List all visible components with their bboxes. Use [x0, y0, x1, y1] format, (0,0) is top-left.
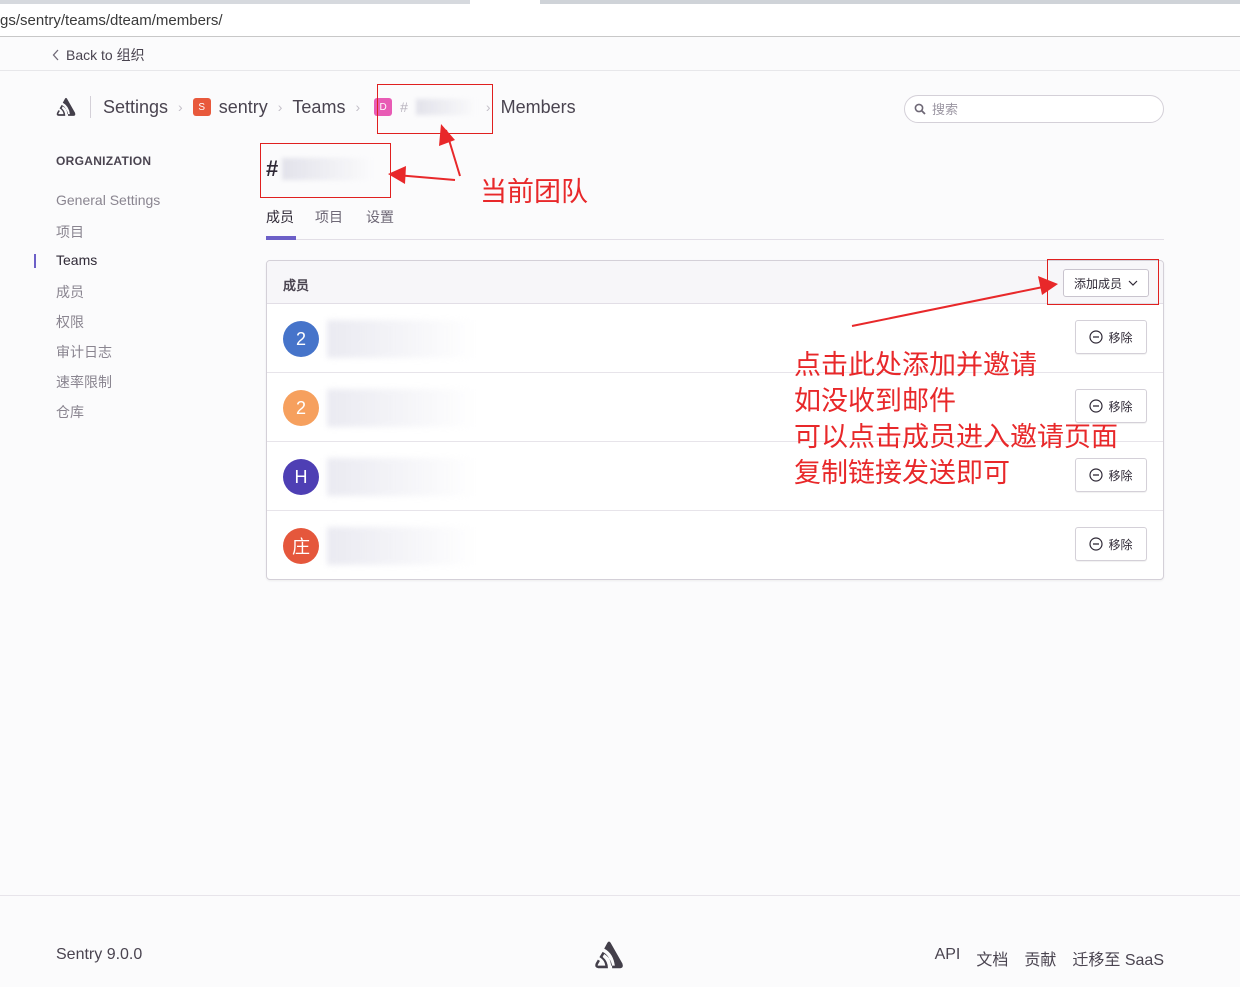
annotation-instruction-1: 点击此处添加并邀请: [794, 350, 1037, 381]
annotation-instruction-4: 复制链接发送即可: [794, 458, 1010, 489]
annotation-instruction-2: 如没收到邮件: [794, 386, 956, 417]
annotation-current-team: 当前团队: [480, 177, 588, 208]
annotation-instruction-3: 可以点击成员进入邀请页面: [794, 422, 1118, 453]
annotation-arrows: [388, 124, 1058, 327]
